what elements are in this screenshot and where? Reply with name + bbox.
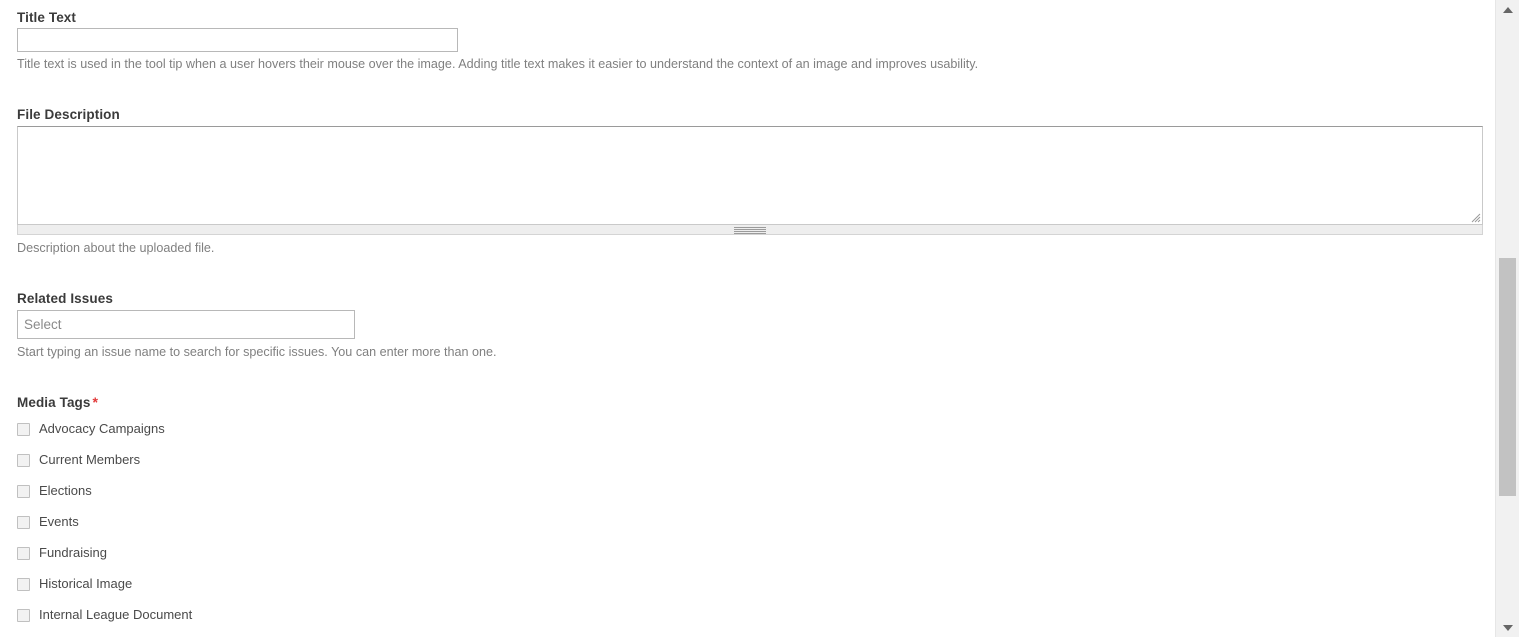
field-file-description: File Description — [17, 106, 120, 123]
checkbox-label: Historical Image — [39, 576, 133, 591]
field-title-text: Title Text — [17, 9, 76, 26]
page-root: Title Text Title text is used in the too… — [0, 0, 1519, 637]
checkbox-option-current-members[interactable]: Current Members — [17, 452, 140, 468]
file-description-label: File Description — [17, 107, 120, 122]
checkbox-icon[interactable] — [17, 515, 30, 529]
checkbox-option-fundraising[interactable]: Fundraising — [17, 545, 107, 561]
file-description-description: Description about the uploaded file. — [17, 241, 215, 255]
checkbox-icon[interactable] — [17, 546, 30, 560]
checkbox-option-internal-league-document[interactable]: Internal League Document — [17, 607, 192, 623]
checkbox-icon[interactable] — [17, 608, 30, 622]
checkbox-label: Elections — [39, 483, 92, 498]
checkbox-label: Events — [39, 514, 79, 529]
scrollbar-thumb[interactable] — [1499, 258, 1516, 496]
grippie-lines-icon — [734, 226, 766, 234]
related-issues-description: Start typing an issue name to search for… — [17, 345, 497, 359]
field-related-issues: Related Issues — [17, 290, 113, 307]
checkbox-icon[interactable] — [17, 422, 30, 436]
media-tags-label-text: Media Tags — [17, 395, 91, 410]
title-text-input[interactable] — [17, 28, 458, 52]
checkbox-option-elections[interactable]: Elections — [17, 483, 92, 499]
scroll-up-button[interactable] — [1496, 0, 1519, 19]
checkbox-label: Fundraising — [39, 545, 107, 560]
checkbox-label: Internal League Document — [39, 607, 193, 622]
title-text-label: Title Text — [17, 10, 77, 25]
scroll-down-arrow-icon — [1502, 624, 1513, 631]
related-issues-label: Related Issues — [17, 291, 113, 306]
scroll-up-arrow-icon — [1502, 6, 1513, 13]
form-content-area: Title Text Title text is used in the too… — [0, 0, 1495, 637]
checkbox-option-historical-image[interactable]: Historical Image — [17, 576, 132, 592]
checkbox-option-advocacy-campaigns[interactable]: Advocacy Campaigns — [17, 421, 165, 437]
file-description-textarea-wrapper — [17, 126, 1483, 235]
scroll-down-button[interactable] — [1496, 618, 1519, 637]
title-text-description: Title text is used in the tool tip when … — [17, 57, 979, 71]
required-asterisk: * — [92, 394, 99, 410]
field-media-tags: Media Tags * — [17, 394, 98, 411]
vertical-scrollbar[interactable] — [1495, 0, 1519, 637]
checkbox-icon[interactable] — [17, 577, 30, 591]
file-description-textarea[interactable] — [17, 126, 1483, 225]
checkbox-icon[interactable] — [17, 484, 30, 498]
checkbox-label: Current Members — [39, 452, 141, 467]
related-issues-input[interactable] — [17, 310, 355, 339]
textarea-grippie-handle[interactable] — [17, 225, 1483, 235]
checkbox-option-events[interactable]: Events — [17, 514, 79, 530]
checkbox-label: Advocacy Campaigns — [39, 421, 165, 436]
media-tags-label: Media Tags * — [17, 394, 98, 411]
checkbox-icon[interactable] — [17, 453, 30, 467]
